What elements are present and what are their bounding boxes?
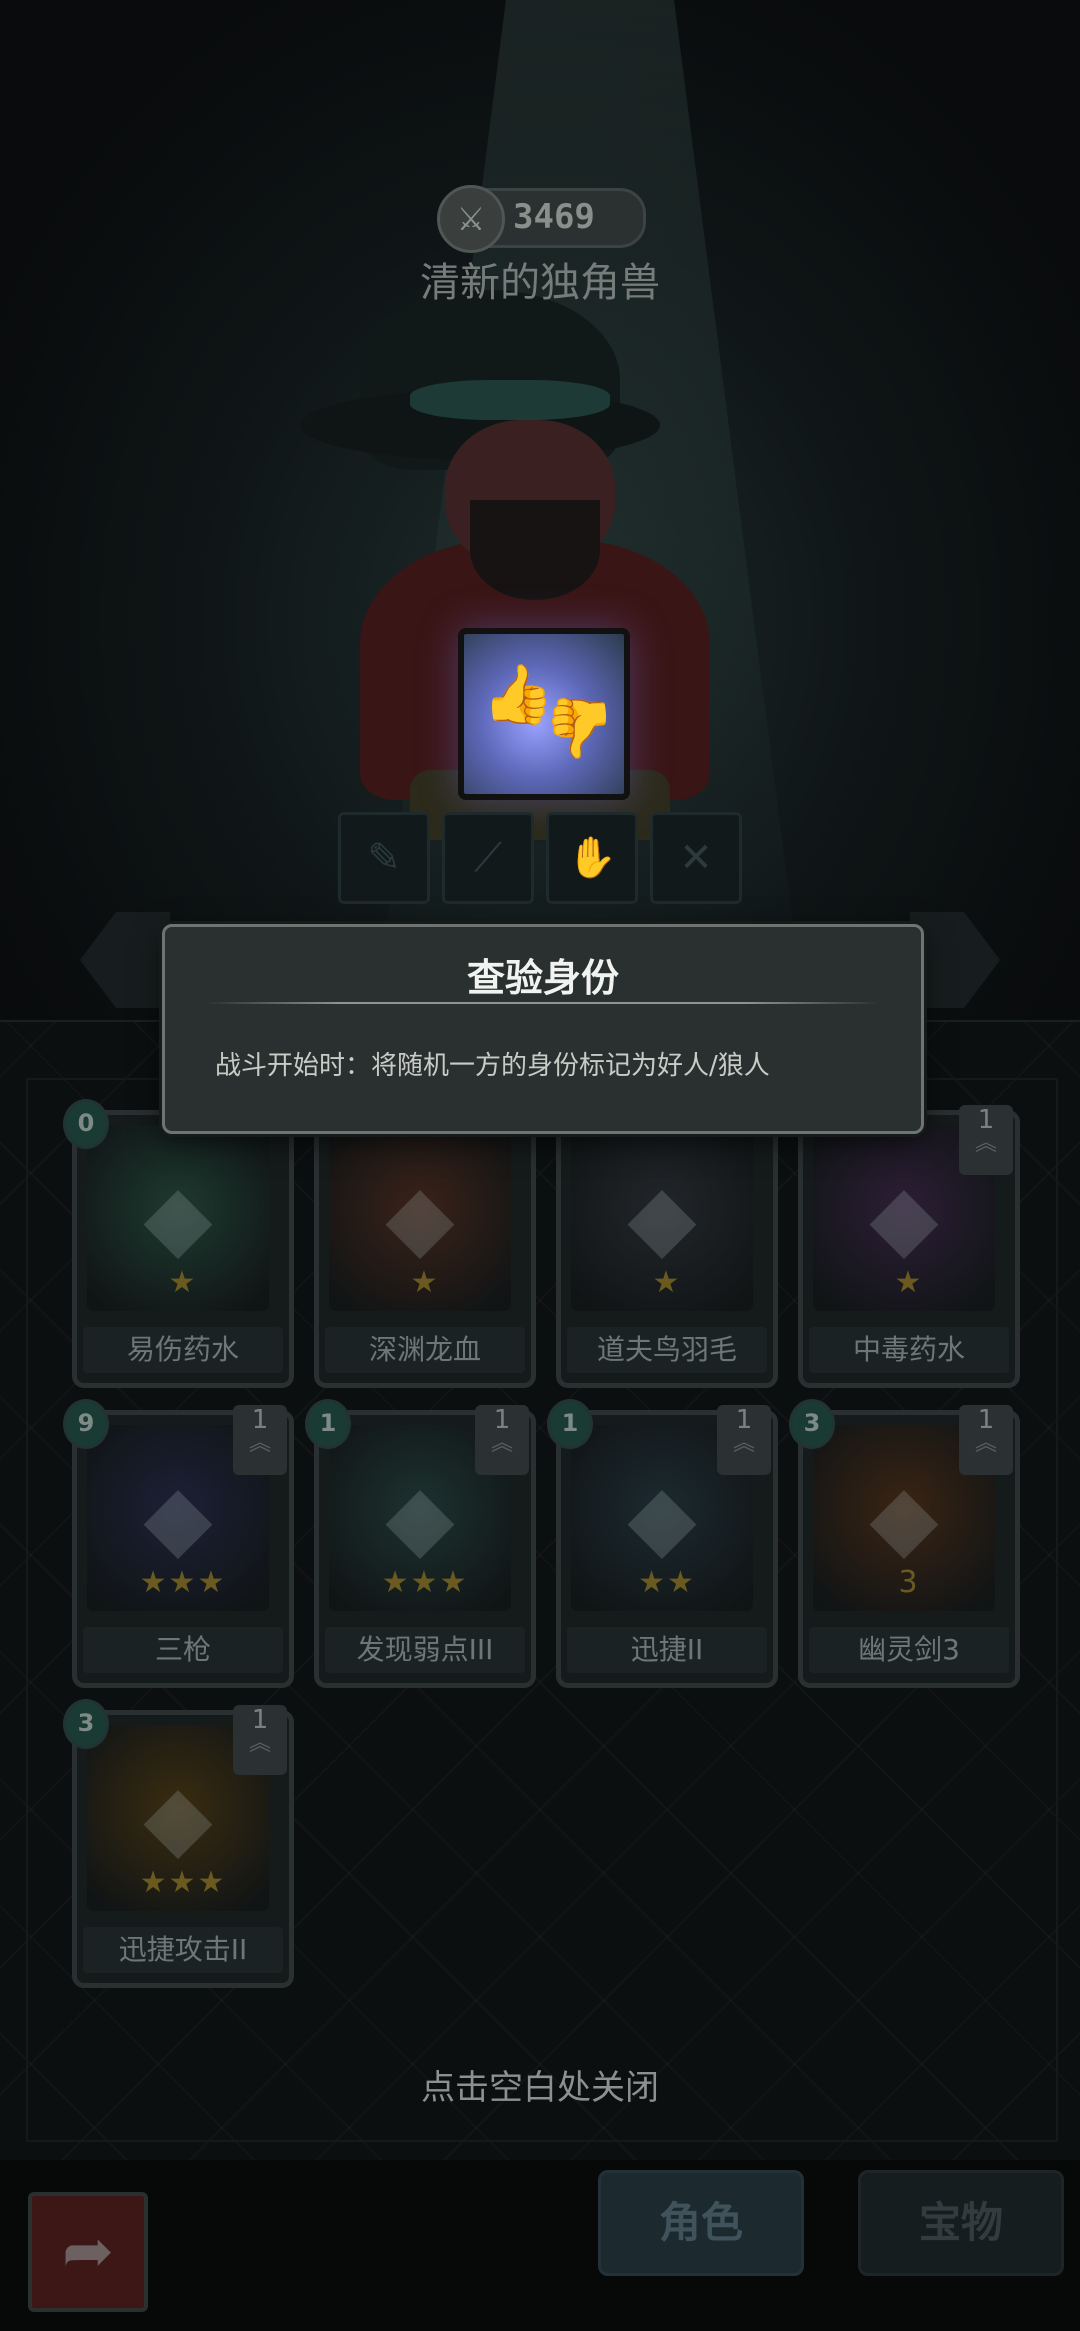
power-badge: ⚔ 3469: [437, 185, 646, 253]
card-art-icon: ◆: [385, 1465, 455, 1570]
card-level-badge: 1 ︽: [475, 1405, 529, 1475]
card-stars: ★: [168, 1265, 198, 1300]
skill-slot-wand[interactable]: ⟋: [442, 812, 534, 904]
card-cost-badge: 1: [305, 1399, 351, 1449]
chevron-up-icon: ︽: [732, 1431, 755, 1456]
card-stars: ★★★: [381, 1565, 469, 1600]
skill-slot-thumbs[interactable]: ✋: [546, 812, 638, 904]
card-name: 幽灵剑3: [809, 1627, 1009, 1673]
card-art-icon: ◆: [143, 1465, 213, 1570]
tooltip-title: 查验身份: [466, 956, 619, 1000]
card-stars: ★: [894, 1265, 924, 1300]
card-art-icon: ◆: [869, 1165, 939, 1270]
back-button[interactable]: ➦: [28, 2192, 148, 2312]
card-cost-badge: 9: [63, 1399, 109, 1449]
card-name: 易伤药水: [83, 1327, 283, 1373]
card-art-icon: ◆: [627, 1165, 697, 1270]
card-stars: ★★★: [139, 1565, 227, 1600]
close-hint: 点击空白处关闭: [421, 2068, 659, 2108]
chevron-up-icon: ︽: [974, 1431, 997, 1456]
card-name: 深渊龙血: [325, 1327, 525, 1373]
card-stars: 3: [898, 1565, 920, 1600]
character-beard: [470, 500, 600, 600]
item-card[interactable]: ◆ 3 幽灵剑3 3 1 ︽: [789, 1399, 1020, 1688]
card-name: 道夫鸟羽毛: [567, 1327, 767, 1373]
skill-slot-scout[interactable]: ✎: [338, 812, 430, 904]
card-name: 三枪: [83, 1627, 283, 1673]
card-stars: ★: [652, 1265, 682, 1300]
item-card[interactable]: ◆ ★ 中毒药水 1 ︽: [798, 1105, 1020, 1388]
selected-skill-icon[interactable]: 👍 👍: [458, 628, 630, 800]
card-cost-badge: 1: [547, 1399, 593, 1449]
character-hat-band: [410, 380, 610, 420]
back-arrow-icon: ➦: [62, 2214, 114, 2287]
skill-tooltip: 查验身份 战斗开始时：将随机一方的身份标记为好人/狼人: [162, 924, 924, 1134]
chevron-up-icon: ︽: [248, 1431, 271, 1456]
card-art-icon: ◆: [385, 1165, 455, 1270]
card-stars: ★★★: [139, 1865, 227, 1900]
card-art-icon: ◆: [143, 1765, 213, 1870]
chevron-up-icon: ︽: [974, 1131, 997, 1156]
card-name: 迅捷II: [567, 1627, 767, 1673]
thumbs-down-icon: 👍: [544, 695, 617, 763]
item-card[interactable]: ◆ ★★ 迅捷II 1 1 ︽: [547, 1399, 778, 1688]
card-cost-badge: 0: [63, 1099, 109, 1149]
tooltip-divider: [205, 1002, 881, 1004]
sword-icon: ⚔: [437, 185, 505, 253]
tab-character[interactable]: 角色: [598, 2170, 804, 2276]
card-level-badge: 1 ︽: [959, 1105, 1013, 1175]
prev-character-arrow[interactable]: [80, 912, 170, 1008]
card-name: 迅捷攻击II: [83, 1927, 283, 1973]
item-card[interactable]: ◆ ★★★ 三枪 9 1 ︽: [63, 1399, 294, 1688]
skill-slot-swords[interactable]: ✕: [650, 812, 742, 904]
card-name: 发现弱点III: [325, 1627, 525, 1673]
card-stars: ★: [410, 1265, 440, 1300]
card-cost-badge: 3: [789, 1399, 835, 1449]
card-level-badge: 1 ︽: [959, 1405, 1013, 1475]
card-stars: ★★: [638, 1565, 696, 1600]
chevron-up-icon: ︽: [248, 1731, 271, 1756]
item-card[interactable]: ◆ ★ 深渊龙血: [314, 1110, 536, 1388]
item-card[interactable]: ◆ ★★★ 发现弱点III 1 1 ︽: [305, 1399, 536, 1688]
tooltip-description: 战斗开始时：将随机一方的身份标记为好人/狼人: [215, 1051, 770, 1081]
power-value: 3469: [513, 197, 595, 237]
card-level-badge: 1 ︽: [717, 1405, 771, 1475]
item-card[interactable]: ◆ ★ 道夫鸟羽毛: [556, 1110, 778, 1388]
card-level-badge: 1 ︽: [233, 1405, 287, 1475]
battle-scene: ⚔ 3469 清新的独角兽 👍 👍 ✎ ⟋ ✋ ✕: [0, 0, 1080, 1020]
item-card[interactable]: ◆ ★★★ 迅捷攻击II 3 1 ︽: [63, 1699, 294, 1988]
card-name: 中毒药水: [809, 1327, 1009, 1373]
tab-treasure[interactable]: 宝物: [858, 2170, 1064, 2276]
card-art-icon: ◆: [627, 1465, 697, 1570]
card-cost-badge: 3: [63, 1699, 109, 1749]
chevron-up-icon: ︽: [490, 1431, 513, 1456]
card-level-badge: 1 ︽: [233, 1705, 287, 1775]
card-art-icon: ◆: [869, 1465, 939, 1570]
item-card[interactable]: ◆ ★ 易伤药水 0: [63, 1099, 294, 1388]
player-name: 清新的独角兽: [420, 260, 660, 306]
card-art-icon: ◆: [143, 1165, 213, 1270]
